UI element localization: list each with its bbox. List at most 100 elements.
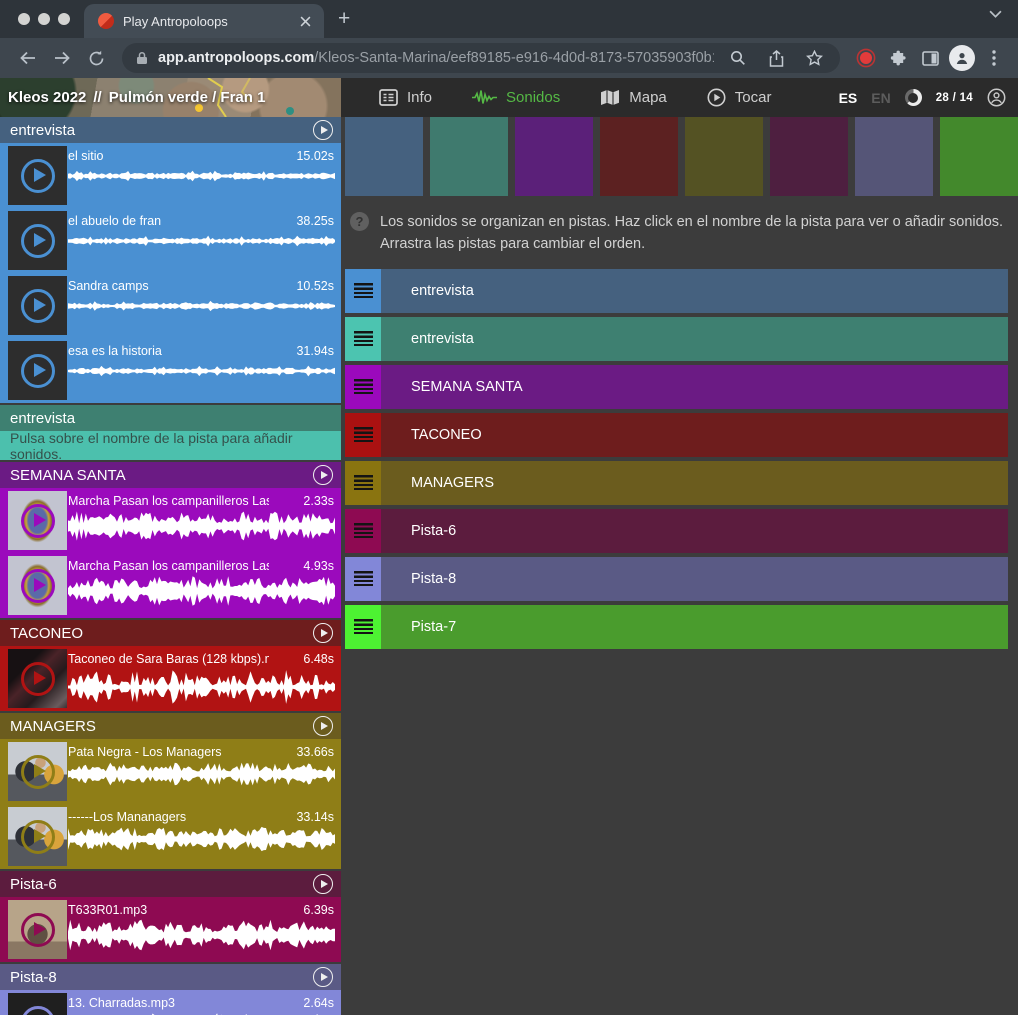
section-header[interactable]: MANAGERS bbox=[0, 713, 341, 739]
track-row-body[interactable]: Pista-8 bbox=[381, 557, 1008, 601]
bookmark-star-icon[interactable] bbox=[800, 44, 828, 72]
track-row[interactable]: entrevista bbox=[345, 269, 1008, 313]
track-swatch-6[interactable] bbox=[770, 117, 848, 196]
clip-thumbnail[interactable] bbox=[8, 900, 67, 959]
project-banner[interactable]: Kleos 2022 // Pulmón verde / Fran 1 bbox=[0, 78, 341, 117]
clip-thumbnail[interactable] bbox=[8, 807, 67, 866]
profile-avatar[interactable] bbox=[948, 44, 976, 72]
track-row-body[interactable]: TACONEO bbox=[381, 413, 1008, 457]
section-header[interactable]: entrevista bbox=[0, 405, 341, 431]
lang-en-button[interactable]: EN bbox=[871, 90, 890, 106]
clip-play-icon[interactable] bbox=[21, 913, 55, 947]
section-header[interactable]: TACONEO bbox=[0, 620, 341, 646]
track-row[interactable]: Pista-8 bbox=[345, 557, 1008, 601]
clip-play-icon[interactable] bbox=[21, 289, 55, 323]
tab-close-icon[interactable] bbox=[296, 12, 314, 30]
clip-item[interactable]: Taconeo de Sara Baras (128 kbps).mp36.48… bbox=[0, 646, 341, 711]
clip-play-icon[interactable] bbox=[21, 354, 55, 388]
tab-strip-chevron-icon[interactable] bbox=[989, 10, 1002, 18]
section-title[interactable]: MANAGERS bbox=[10, 718, 313, 735]
track-row-body[interactable]: Pista-6 bbox=[381, 509, 1008, 553]
breadcrumb-path[interactable]: Pulmón verde / Fran 1 bbox=[109, 89, 266, 106]
back-button[interactable] bbox=[14, 44, 42, 72]
drag-handle[interactable] bbox=[345, 461, 381, 505]
clip-play-icon[interactable] bbox=[21, 569, 55, 603]
clip-thumbnail[interactable] bbox=[8, 491, 67, 550]
drag-handle[interactable] bbox=[345, 317, 381, 361]
lang-es-button[interactable]: ES bbox=[839, 90, 858, 106]
zoom-page-icon[interactable] bbox=[724, 44, 752, 72]
clip-item[interactable]: T633R01.mp36.39s bbox=[0, 897, 341, 962]
close-window-button[interactable] bbox=[18, 13, 30, 25]
track-row-body[interactable]: Pista-7 bbox=[381, 605, 1008, 649]
clip-play-icon[interactable] bbox=[21, 504, 55, 538]
clip-item[interactable]: esa es la historia31.94s bbox=[0, 338, 341, 403]
track-row[interactable]: entrevista bbox=[345, 317, 1008, 361]
track-row[interactable]: TACONEO bbox=[345, 413, 1008, 457]
clip-item[interactable]: Marcha Pasan los campanilleros Las Mejor… bbox=[0, 553, 341, 618]
clip-thumbnail[interactable] bbox=[8, 649, 67, 708]
section-header[interactable]: entrevista bbox=[0, 117, 341, 143]
extensions-puzzle-icon[interactable] bbox=[884, 44, 912, 72]
clip-thumbnail[interactable] bbox=[8, 556, 67, 615]
section-title[interactable]: Pista-8 bbox=[10, 969, 313, 986]
clip-thumbnail[interactable] bbox=[8, 276, 67, 335]
track-row[interactable]: Pista-7 bbox=[345, 605, 1008, 649]
section-header[interactable]: Pista-6 bbox=[0, 871, 341, 897]
share-icon[interactable] bbox=[762, 44, 790, 72]
clip-play-icon[interactable] bbox=[21, 820, 55, 854]
track-row[interactable]: MANAGERS bbox=[345, 461, 1008, 505]
section-play-icon[interactable] bbox=[313, 465, 333, 485]
section-play-icon[interactable] bbox=[313, 623, 333, 643]
track-row[interactable]: Pista-6 bbox=[345, 509, 1008, 553]
section-title[interactable]: Pista-6 bbox=[10, 876, 313, 893]
clip-item[interactable]: Pata Negra - Los Managers33.66s bbox=[0, 739, 341, 804]
nav-sonidos[interactable]: Sonidos bbox=[452, 78, 580, 117]
zoom-window-button[interactable] bbox=[58, 13, 70, 25]
clip-item[interactable]: el abuelo de fran38.25s bbox=[0, 208, 341, 273]
clip-item[interactable]: el sitio15.02s bbox=[0, 143, 341, 208]
clip-play-icon[interactable] bbox=[21, 755, 55, 789]
drag-handle[interactable] bbox=[345, 413, 381, 457]
clip-thumbnail[interactable] bbox=[8, 146, 67, 205]
section-play-icon[interactable] bbox=[313, 120, 333, 140]
browser-tab[interactable]: Play Antropoloops bbox=[84, 4, 324, 38]
minimize-window-button[interactable] bbox=[38, 13, 50, 25]
drag-handle[interactable] bbox=[345, 557, 381, 601]
record-extension-icon[interactable] bbox=[852, 44, 880, 72]
section-title[interactable]: entrevista bbox=[10, 410, 333, 427]
track-swatch-5[interactable] bbox=[685, 117, 763, 196]
clip-play-icon[interactable] bbox=[21, 1006, 55, 1015]
drag-handle[interactable] bbox=[345, 269, 381, 313]
drag-handle[interactable] bbox=[345, 365, 381, 409]
reload-button[interactable] bbox=[82, 44, 110, 72]
drag-handle[interactable] bbox=[345, 509, 381, 553]
split-view-icon[interactable] bbox=[916, 44, 944, 72]
forward-button[interactable] bbox=[48, 44, 76, 72]
nav-info[interactable]: Info bbox=[359, 78, 452, 117]
section-play-icon[interactable] bbox=[313, 874, 333, 894]
clip-item[interactable]: Marcha Pasan los campanilleros Las Mejor… bbox=[0, 488, 341, 553]
track-swatch-1[interactable] bbox=[345, 117, 423, 196]
clip-thumbnail[interactable] bbox=[8, 742, 67, 801]
traffic-lights[interactable] bbox=[0, 0, 84, 38]
clip-play-icon[interactable] bbox=[21, 224, 55, 258]
new-tab-button[interactable]: + bbox=[324, 4, 350, 38]
track-swatch-7[interactable] bbox=[855, 117, 933, 196]
track-row-body[interactable]: entrevista bbox=[381, 269, 1008, 313]
nav-mapa[interactable]: Mapa bbox=[580, 78, 687, 117]
drag-handle[interactable] bbox=[345, 605, 381, 649]
section-title[interactable]: SEMANA SANTA bbox=[10, 467, 313, 484]
clip-play-icon[interactable] bbox=[21, 159, 55, 193]
section-header[interactable]: Pista-8 bbox=[0, 964, 341, 990]
clip-thumbnail[interactable] bbox=[8, 211, 67, 270]
account-icon[interactable] bbox=[987, 88, 1006, 107]
track-row-body[interactable]: SEMANA SANTA bbox=[381, 365, 1008, 409]
clip-play-icon[interactable] bbox=[21, 662, 55, 696]
track-row-body[interactable]: entrevista bbox=[381, 317, 1008, 361]
track-row-body[interactable]: MANAGERS bbox=[381, 461, 1008, 505]
section-title[interactable]: entrevista bbox=[10, 122, 313, 139]
track-swatch-3[interactable] bbox=[515, 117, 593, 196]
section-header[interactable]: SEMANA SANTA bbox=[0, 462, 341, 488]
track-swatch-8[interactable] bbox=[940, 117, 1018, 196]
